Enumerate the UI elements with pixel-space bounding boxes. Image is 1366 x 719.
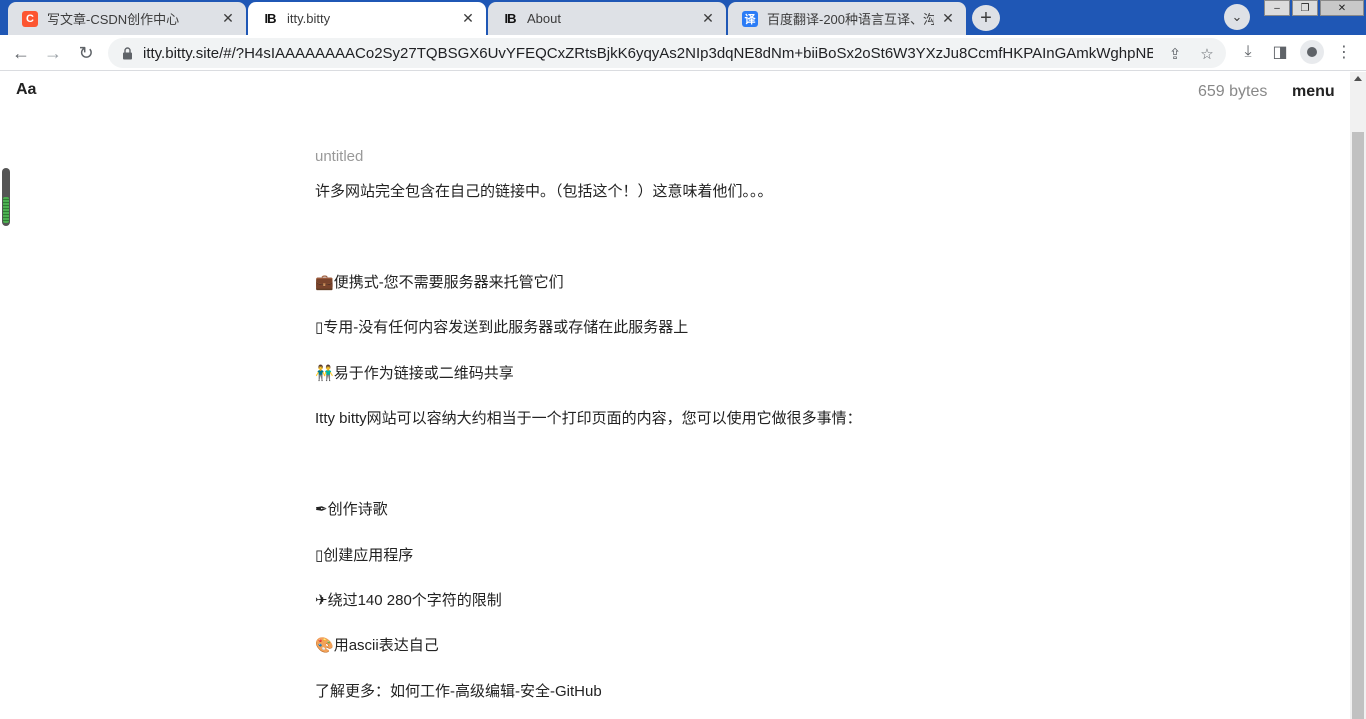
close-icon[interactable]: ✕ xyxy=(700,10,716,27)
font-size-slider[interactable] xyxy=(2,168,10,226)
tab-title: 百度翻译-200种语言互译、沟通全 xyxy=(767,12,934,27)
side-panel-icon: ◨ xyxy=(1272,44,1288,61)
kebab-menu-icon: ⋮ xyxy=(1336,44,1352,61)
page-content: Aa 659 bytes menu untitled 许多网站完全包含在自己的链… xyxy=(0,72,1366,719)
line-text: 创作诗歌 xyxy=(327,501,388,518)
doc-line: ▯创建应用程序 xyxy=(315,544,413,565)
learn-more-links[interactable]: 了解更多：如何工作-高级编辑-安全-GitHub xyxy=(315,683,602,700)
reload-button[interactable]: ↻ xyxy=(73,40,99,66)
line-text: 专用-没有任何内容发送到此服务器或存储在此服务器上 xyxy=(323,319,689,336)
doc-line: 许多网站完全包含在自己的链接中。（包括这个！）这意味着他们。。。 xyxy=(315,180,773,201)
slider-fill xyxy=(3,197,9,223)
palette-icon: 🎨 xyxy=(315,636,334,654)
doc-line: Itty bitty网站可以容纳大约相当于一个打印页面的内容，您可以使用它做很多… xyxy=(315,407,862,428)
tab-strip: C 写文章-CSDN创作中心 ✕ IB itty.bitty ✕ IB Abou… xyxy=(0,0,1366,35)
restore-button[interactable]: ❐ xyxy=(1292,0,1318,16)
tab-title: About xyxy=(527,11,561,26)
reload-icon: ↻ xyxy=(78,42,94,63)
itty-bitty-favicon-icon: IB xyxy=(504,11,517,26)
tab-title: 写文章-CSDN创作中心 xyxy=(47,12,180,27)
byte-count: 659 bytes xyxy=(1198,83,1268,100)
close-icon: ✕ xyxy=(1337,2,1347,14)
font-toggle-button[interactable]: Aa xyxy=(16,81,36,99)
avatar-icon xyxy=(1307,47,1317,57)
profile-button[interactable] xyxy=(1300,40,1324,64)
line-text: 许多网站完全包含在自己的链接中。（包括这个！）这意味着他们。。。 xyxy=(315,183,773,200)
arrow-left-icon: ← xyxy=(12,42,30,63)
side-panel-button[interactable]: ◨ xyxy=(1268,40,1292,64)
minimize-icon: – xyxy=(1274,2,1280,14)
downloads-button[interactable]: ⤓ xyxy=(1236,40,1260,64)
scrollbar-thumb[interactable] xyxy=(1352,132,1364,719)
people-icon: 👬 xyxy=(315,364,334,382)
chevron-down-icon: ⌄ xyxy=(1231,9,1243,24)
arrow-right-icon: → xyxy=(44,42,62,63)
line-text: 创建应用程序 xyxy=(323,547,414,564)
close-icon[interactable]: ✕ xyxy=(220,10,236,27)
tab-itty-bitty[interactable]: IB itty.bitty ✕ xyxy=(248,2,486,35)
bird-icon: ✈ xyxy=(315,591,328,609)
doc-line: ✈绕过140 280个字符的限制 xyxy=(315,589,502,610)
address-bar[interactable]: itty.bitty.site/#/?H4sIAAAAAAAACo2Sy27TQ… xyxy=(108,38,1226,68)
doc-line: ▯专用-没有任何内容发送到此服务器或存储在此服务器上 xyxy=(315,316,688,337)
url-text: itty.bitty.site/#/?H4sIAAAAAAAACo2Sy27TQ… xyxy=(143,44,1153,62)
window-controls: – ❐ ✕ xyxy=(1262,0,1364,16)
briefcase-icon: 💼 xyxy=(315,273,334,291)
back-button[interactable]: ← xyxy=(8,40,34,66)
tab-about[interactable]: IB About ✕ xyxy=(488,2,726,35)
close-icon[interactable]: ✕ xyxy=(460,10,476,27)
doc-line: 🎨用ascii表达自己 xyxy=(315,634,439,655)
baidu-fanyi-favicon-icon: 译 xyxy=(742,10,758,27)
line-text: Itty bitty网站可以容纳大约相当于一个打印页面的内容，您可以使用它做很多… xyxy=(315,410,862,427)
new-tab-button[interactable]: + xyxy=(972,5,1000,31)
close-icon[interactable]: ✕ xyxy=(940,10,956,27)
browser-menu-button[interactable]: ⋮ xyxy=(1332,40,1356,64)
window-close-button[interactable]: ✕ xyxy=(1320,0,1364,16)
tab-csdn[interactable]: C 写文章-CSDN创作中心 ✕ xyxy=(8,2,246,35)
share-icon: ⇪ xyxy=(1168,46,1182,63)
restore-icon: ❐ xyxy=(1300,2,1310,14)
itty-bitty-favicon-icon: IB xyxy=(264,11,277,26)
doc-line[interactable]: 了解更多：如何工作-高级编辑-安全-GitHub xyxy=(315,680,602,701)
doc-line: 👬易于作为链接或二维码共享 xyxy=(315,362,514,383)
browser-toolbar: ← → ↻ itty.bitty.site/#/?H4sIAAAAAAAACo2… xyxy=(0,35,1366,71)
forward-button[interactable]: → xyxy=(40,40,66,66)
share-button[interactable]: ⇪ xyxy=(1164,43,1186,65)
doc-line: 💼便携式-您不需要服务器来托管它们 xyxy=(315,271,564,292)
line-text: 易于作为链接或二维码共享 xyxy=(333,365,514,382)
document-title: untitled xyxy=(315,148,364,165)
vertical-scrollbar[interactable] xyxy=(1350,72,1366,719)
tab-baidu-fanyi[interactable]: 译 百度翻译-200种语言互译、沟通全 ✕ xyxy=(728,2,966,35)
menu-button[interactable]: menu xyxy=(1292,83,1335,101)
csdn-favicon-icon: C xyxy=(22,10,38,27)
doc-line: ✒创作诗歌 xyxy=(315,498,388,519)
tab-search-button[interactable]: ⌄ xyxy=(1224,4,1250,30)
lock-icon xyxy=(120,46,134,60)
line-text: 便携式-您不需要服务器来托管它们 xyxy=(333,274,564,291)
download-icon: ⤓ xyxy=(1244,43,1252,60)
scroll-up-icon[interactable] xyxy=(1354,76,1362,81)
pen-icon: ✒ xyxy=(315,500,328,518)
star-icon: ☆ xyxy=(1200,46,1214,63)
tab-title: itty.bitty xyxy=(287,11,331,26)
line-text: 用ascii表达自己 xyxy=(333,637,439,654)
line-text: 绕过140 280个字符的限制 xyxy=(327,592,502,609)
minimize-button[interactable]: – xyxy=(1264,0,1290,16)
bookmark-button[interactable]: ☆ xyxy=(1196,43,1218,65)
